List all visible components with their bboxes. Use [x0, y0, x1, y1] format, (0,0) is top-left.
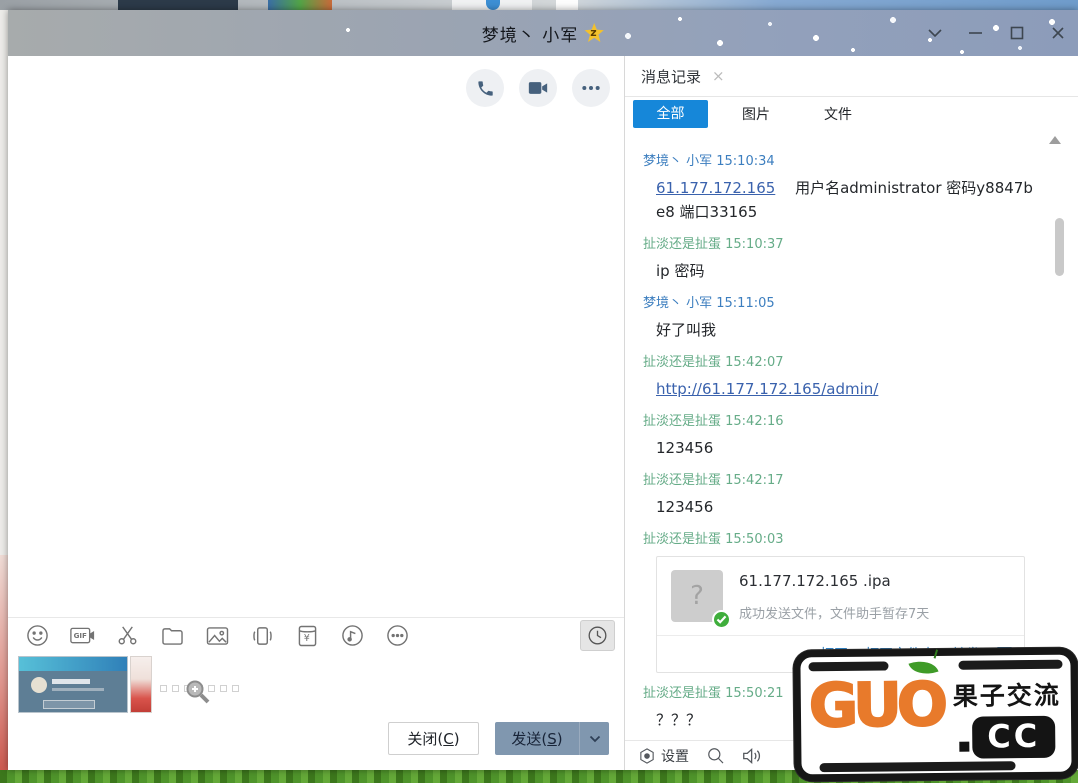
minimize-button[interactable]	[967, 25, 984, 42]
star-status-icon: z	[584, 23, 604, 43]
watermark-bar	[958, 660, 1062, 670]
message-sender-time: 扯淡还是扯蛋 15:50:03	[643, 528, 1036, 547]
message-sender-time: 梦境丶 小军 15:10:34	[643, 150, 1036, 169]
input-divider	[8, 617, 624, 618]
send-options-dropdown[interactable]	[579, 722, 609, 755]
magnifier-cursor-icon	[184, 678, 210, 708]
search-button[interactable]	[706, 746, 725, 765]
desktop-thumbnail	[556, 0, 578, 10]
message-sender-time: 扯淡还是扯蛋 15:42:17	[643, 469, 1036, 488]
pasted-image-thumbnail-2[interactable]	[130, 656, 152, 713]
watermark-bar	[820, 761, 1016, 772]
input-toolbar: GIF ¥	[25, 623, 410, 648]
phone-icon	[476, 79, 495, 98]
message-text: 123456	[643, 495, 1036, 519]
chat-pane: GIF ¥	[8, 56, 625, 770]
message-history-toggle-button[interactable]	[580, 620, 615, 651]
gear-icon	[638, 747, 656, 765]
watermark-cc-text: CC	[972, 716, 1055, 759]
pasted-image-thumbnail[interactable]	[18, 656, 128, 713]
more-tools-icon[interactable]	[385, 623, 410, 648]
file-name: 61.177.172.165 .ipa	[739, 572, 929, 590]
file-type-icon: ?	[671, 570, 723, 622]
desktop-background-left-strip	[0, 10, 8, 770]
send-button[interactable]: 发送(S)	[495, 722, 579, 755]
message-link[interactable]: 61.177.172.165	[656, 179, 775, 197]
ellipsis-icon	[581, 85, 601, 91]
video-call-button[interactable]	[519, 69, 557, 107]
scrollbar-thumb[interactable]	[1055, 218, 1064, 276]
maximize-button[interactable]	[1008, 25, 1025, 42]
message-text-part: ？？？	[656, 711, 701, 729]
history-tabs: 全部 图片 文件	[625, 97, 1078, 131]
speaker-icon	[742, 747, 763, 765]
message-text: ip 密码	[643, 259, 1036, 283]
search-icon	[706, 746, 725, 765]
guo-cc-watermark: GUO 果子交流 CC	[793, 648, 1078, 782]
clock-icon	[587, 625, 608, 646]
message-text: http://61.177.172.165/admin/	[643, 377, 1036, 401]
svg-text:GIF: GIF	[74, 631, 87, 640]
close-chat-button[interactable]: 关闭(C)	[388, 722, 479, 755]
yen-glyph: ¥	[304, 633, 310, 644]
desktop-thumbnail	[268, 0, 332, 10]
history-panel-header: 消息记录 ×	[625, 56, 1078, 97]
message-text-part: ip 密码	[656, 262, 704, 280]
close-window-button[interactable]	[1049, 25, 1066, 42]
sound-button[interactable]	[742, 747, 763, 765]
success-check-icon	[712, 610, 731, 629]
red-packet-icon[interactable]: ¥	[295, 623, 320, 648]
tab-files[interactable]: 文件	[797, 104, 879, 124]
watermark-chinese-text: 果子交流	[953, 676, 1061, 713]
screenshot-root: 梦境丶 小军 z	[0, 0, 1078, 783]
watermark-dot	[959, 742, 969, 752]
desktop-background-top-strip	[0, 0, 1078, 10]
send-button-group[interactable]: 发送(S)	[495, 722, 609, 755]
gif-hot-image-icon[interactable]: GIF	[70, 623, 95, 648]
watermark-guo-text: GUO	[809, 677, 944, 735]
message-text-part: 好了叫我	[656, 321, 716, 339]
desktop-image-sliver	[0, 555, 8, 770]
message-link[interactable]: http://61.177.172.165/admin/	[656, 380, 878, 398]
history-panel-title: 消息记录	[641, 66, 701, 87]
file-status-text: 成功发送文件，文件助手暂存7天	[739, 603, 929, 622]
chevron-down-icon[interactable]	[926, 25, 943, 42]
send-picture-icon[interactable]	[205, 623, 230, 648]
emoji-icon[interactable]	[25, 623, 50, 648]
message-text-part: 123456	[656, 498, 713, 516]
settings-button[interactable]: 设置	[638, 746, 689, 766]
message-sender-time: 扯淡还是扯蛋 15:10:37	[643, 233, 1036, 252]
tab-all[interactable]: 全部	[633, 100, 708, 128]
close-panel-icon[interactable]: ×	[712, 69, 725, 84]
message-text: 61.177.172.165 用户名administrator 密码y8847b…	[643, 176, 1036, 224]
scroll-up-arrow[interactable]	[1049, 136, 1061, 144]
titlebar[interactable]: 梦境丶 小军 z	[8, 10, 1078, 56]
window-shake-icon[interactable]	[250, 623, 275, 648]
more-actions-button[interactable]	[572, 69, 610, 107]
window-title: 梦境丶 小军	[482, 21, 578, 46]
message-text-part: 123456	[656, 439, 713, 457]
audio-music-icon[interactable]	[340, 623, 365, 648]
screenshot-scissors-icon[interactable]	[115, 623, 140, 648]
desktop-thumbnail	[118, 0, 238, 10]
tab-images[interactable]: 图片	[715, 104, 797, 124]
voice-call-button[interactable]	[466, 69, 504, 107]
message-text: 123456	[643, 436, 1036, 460]
video-camera-icon	[528, 80, 548, 96]
chevron-down-icon	[589, 735, 601, 743]
message-sender-time: 梦境丶 小军 15:11:05	[643, 292, 1036, 311]
message-text: 好了叫我	[643, 318, 1036, 342]
send-file-folder-icon[interactable]	[160, 623, 185, 648]
message-sender-time: 扯淡还是扯蛋 15:42:07	[643, 351, 1036, 370]
message-sender-time: 扯淡还是扯蛋 15:42:16	[643, 410, 1036, 429]
